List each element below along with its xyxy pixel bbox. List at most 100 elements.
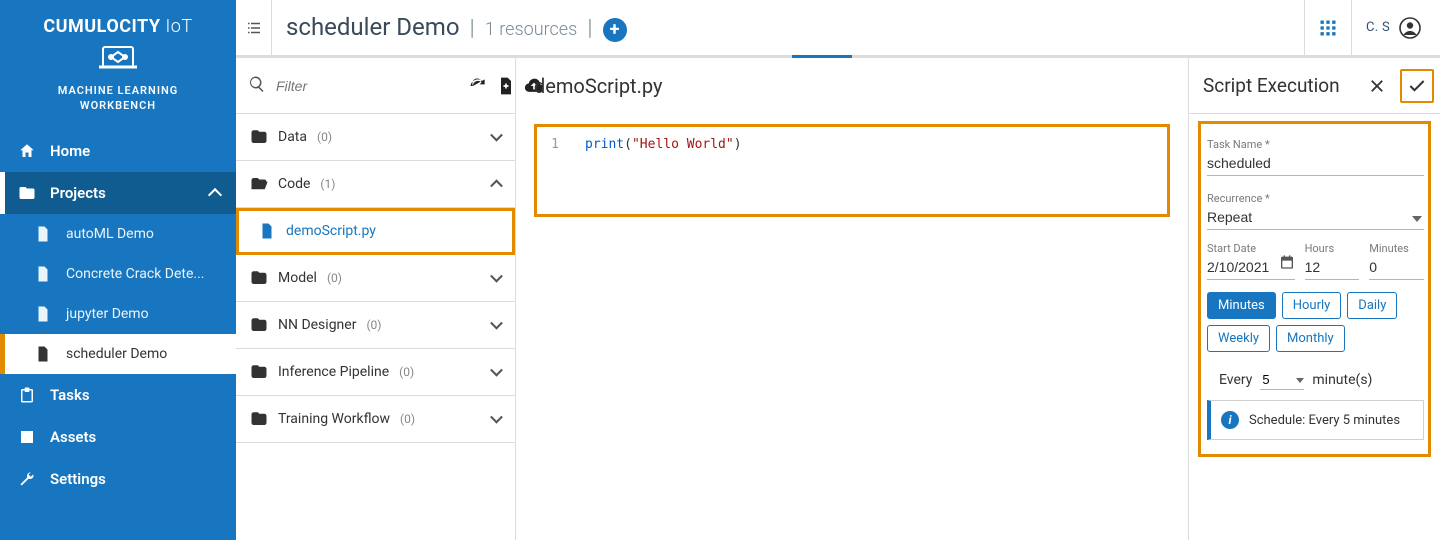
chip-weekly[interactable]: Weekly bbox=[1207, 325, 1270, 352]
nav-assets[interactable]: Assets bbox=[0, 416, 236, 458]
tab-indicator bbox=[236, 56, 1440, 58]
workspace: Data (0) Code (1) demoScript.py Model bbox=[236, 58, 1440, 540]
info-icon: i bbox=[1221, 411, 1239, 429]
folder-data-count: (0) bbox=[317, 130, 332, 144]
user-menu[interactable]: C. S bbox=[1352, 16, 1434, 40]
brand-subtitle-2: WORKBENCH bbox=[10, 98, 226, 113]
nav-projects-label: Projects bbox=[50, 184, 106, 202]
new-file-button[interactable] bbox=[496, 76, 516, 96]
nav-project-jupyter[interactable]: jupyter Demo bbox=[0, 294, 236, 334]
code-line-1: 1 print("Hello World") bbox=[537, 135, 1167, 154]
search-icon bbox=[248, 75, 266, 97]
file-panel: Data (0) Code (1) demoScript.py Model bbox=[236, 58, 516, 540]
brand: CUMULOCITY IoT MACHINE LEARNING WORKBENC… bbox=[0, 0, 236, 120]
crumb-sep2: | bbox=[587, 16, 592, 41]
folder-inference-label: Inference Pipeline bbox=[278, 364, 389, 380]
folder-inference-count: (0) bbox=[399, 365, 414, 379]
every-unit: minute(s) bbox=[1312, 372, 1372, 388]
hours-label: Hours bbox=[1305, 242, 1360, 255]
code-panel: demoScript.py 1 print("Hello World") bbox=[516, 58, 1188, 540]
confirm-button[interactable] bbox=[1400, 69, 1434, 103]
chip-hourly[interactable]: Hourly bbox=[1282, 292, 1342, 319]
line-number: 1 bbox=[537, 137, 565, 152]
folder-code-label: Code bbox=[278, 176, 310, 192]
nav-project-automl[interactable]: autoML Demo bbox=[0, 214, 236, 254]
execution-panel: Script Execution Task Name Recurrence S bbox=[1188, 58, 1440, 540]
chip-minutes[interactable]: Minutes bbox=[1207, 292, 1276, 319]
schedule-info: i Schedule: Every 5 minutes bbox=[1207, 400, 1424, 440]
nav-project-concrete[interactable]: Concrete Crack Dete... bbox=[0, 254, 236, 294]
hours-input[interactable] bbox=[1305, 255, 1360, 280]
nav-tasks[interactable]: Tasks bbox=[0, 374, 236, 416]
plus-box-icon bbox=[18, 428, 36, 446]
task-name-input[interactable] bbox=[1207, 151, 1424, 176]
chevron-down-icon bbox=[490, 411, 503, 424]
every-label: Every bbox=[1219, 372, 1252, 388]
folder-code[interactable]: Code (1) bbox=[236, 161, 515, 208]
refresh-button[interactable] bbox=[468, 76, 488, 96]
folder-icon bbox=[250, 269, 268, 287]
home-icon bbox=[18, 142, 36, 160]
topbar: scheduler Demo | 1 resources | + C. S bbox=[236, 0, 1440, 56]
nav-project-scheduler[interactable]: scheduler Demo bbox=[0, 334, 236, 374]
minutes-input[interactable] bbox=[1369, 255, 1424, 280]
nav-settings[interactable]: Settings bbox=[0, 458, 236, 500]
folder-inference[interactable]: Inference Pipeline (0) bbox=[236, 349, 515, 396]
folder-data[interactable]: Data (0) bbox=[236, 114, 515, 161]
toggle-list-icon[interactable] bbox=[236, 0, 272, 56]
chevron-down-icon bbox=[490, 317, 503, 330]
filter-input[interactable] bbox=[274, 77, 460, 95]
chip-daily[interactable]: Daily bbox=[1347, 292, 1397, 319]
folder-icon bbox=[18, 184, 36, 202]
crumb-sep: | bbox=[470, 16, 475, 41]
nav-project-scheduler-label: scheduler Demo bbox=[66, 346, 167, 362]
chevron-down-icon bbox=[490, 270, 503, 283]
calendar-icon[interactable] bbox=[1279, 254, 1295, 274]
folder-nn[interactable]: NN Designer (0) bbox=[236, 302, 515, 349]
brand-title: CUMULOCITY IoT bbox=[10, 16, 226, 37]
nav-project-concrete-label: Concrete Crack Dete... bbox=[66, 266, 204, 282]
wrench-icon bbox=[18, 470, 36, 488]
folder-nn-label: NN Designer bbox=[278, 317, 356, 333]
user-avatar-icon bbox=[1398, 16, 1422, 40]
token-string: "Hello World" bbox=[632, 137, 734, 152]
nav-projects[interactable]: Projects bbox=[0, 172, 236, 214]
every-row: Every minute(s) bbox=[1219, 370, 1424, 390]
brand-subtitle-1: MACHINE LEARNING bbox=[10, 83, 226, 98]
add-resource-button[interactable]: + bbox=[603, 18, 627, 42]
folder-training[interactable]: Training Workflow (0) bbox=[236, 396, 515, 443]
folder-icon bbox=[250, 128, 268, 146]
clipboard-icon bbox=[18, 386, 36, 404]
exec-header: Script Execution bbox=[1189, 58, 1440, 114]
token-rparen: ) bbox=[734, 137, 742, 152]
interval-chips: Minutes Hourly Daily Weekly Monthly bbox=[1207, 292, 1424, 352]
app-switcher[interactable] bbox=[1304, 0, 1352, 56]
chevron-down-icon bbox=[490, 364, 503, 377]
file-icon bbox=[34, 225, 52, 243]
minutes-label: Minutes bbox=[1369, 242, 1424, 255]
breadcrumb: scheduler Demo | 1 resources | + bbox=[272, 13, 641, 42]
folder-icon bbox=[250, 363, 268, 381]
task-name-label: Task Name bbox=[1207, 138, 1424, 151]
file-demoscript[interactable]: demoScript.py bbox=[236, 208, 515, 255]
nav-projects-children: autoML Demo Concrete Crack Dete... jupyt… bbox=[0, 214, 236, 374]
folder-icon bbox=[250, 316, 268, 334]
every-select[interactable] bbox=[1260, 370, 1304, 390]
recurrence-select[interactable] bbox=[1207, 205, 1424, 230]
recurrence-value bbox=[1207, 205, 1424, 230]
close-button[interactable] bbox=[1360, 69, 1394, 103]
chip-monthly[interactable]: Monthly bbox=[1276, 325, 1345, 352]
nav-assets-label: Assets bbox=[50, 428, 96, 446]
token-fn: print bbox=[585, 137, 624, 152]
folder-model[interactable]: Model (0) bbox=[236, 255, 515, 302]
file-tree: Data (0) Code (1) demoScript.py Model bbox=[236, 114, 515, 443]
file-demoscript-label: demoScript.py bbox=[286, 223, 376, 239]
nav-home[interactable]: Home bbox=[0, 130, 236, 172]
chevron-down-icon bbox=[490, 129, 503, 142]
brand-logo-icon bbox=[10, 43, 226, 77]
token-lparen: ( bbox=[624, 137, 632, 152]
file-icon bbox=[258, 222, 276, 240]
code-editor[interactable]: 1 print("Hello World") bbox=[534, 124, 1170, 217]
page-title: scheduler Demo bbox=[286, 13, 460, 41]
folder-open-icon bbox=[250, 175, 268, 193]
